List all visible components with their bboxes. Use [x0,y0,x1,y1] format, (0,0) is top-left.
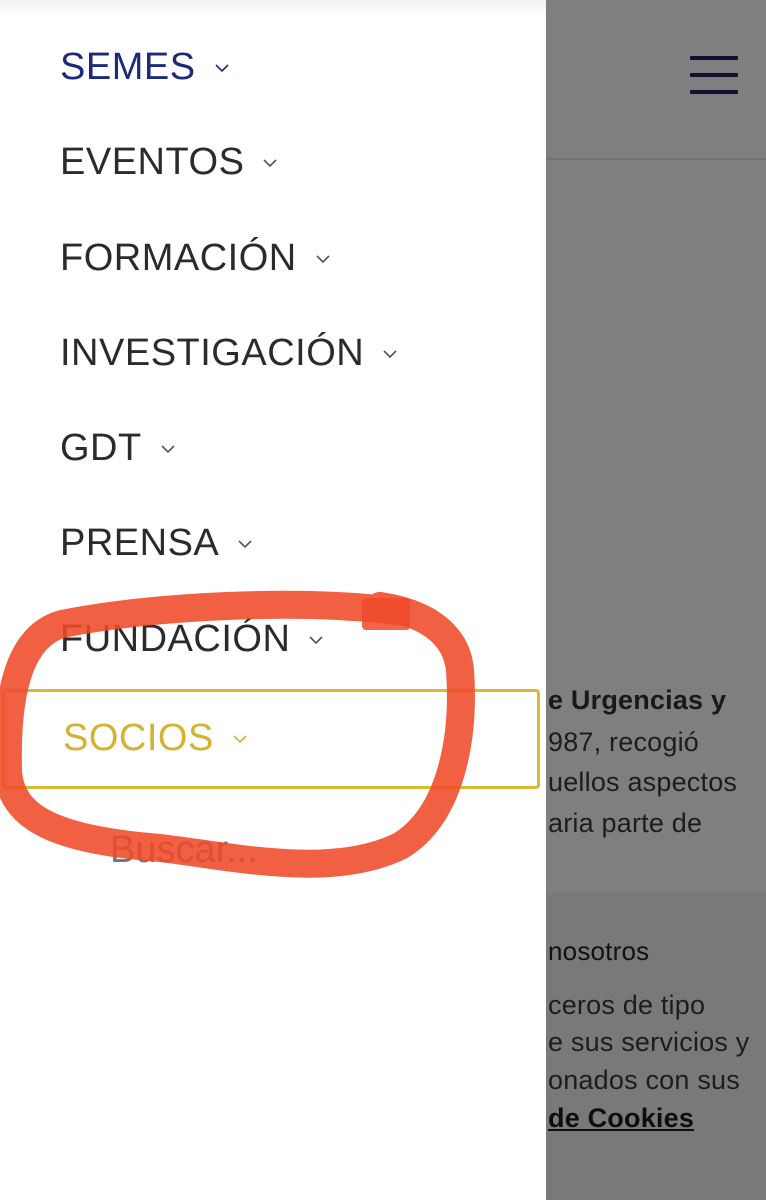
chevron-down-icon[interactable] [232,734,248,744]
navigation-drawer: SEMES EVENTOS FORMACIÓN INVESTIGACIÓN GD… [0,0,601,1200]
menu-item-label: INVESTIGACIÓN [60,332,365,374]
chevron-down-icon[interactable] [382,349,398,359]
menu-item-semes[interactable]: SEMES [60,46,230,89]
menu-item-formacion[interactable]: FORMACIÓN [60,237,331,280]
menu-item-label: SEMES [60,46,196,88]
chevron-down-icon[interactable] [214,63,230,73]
menu-item-investigacion[interactable]: INVESTIGACIÓN [60,332,398,375]
menu-item-prensa[interactable]: PRENSA [60,522,253,565]
chevron-down-icon[interactable] [160,444,176,454]
menu-item-eventos[interactable]: EVENTOS [60,141,278,184]
search-input[interactable] [108,828,601,873]
menu-item-label: SOCIOS [63,717,214,759]
chevron-down-icon[interactable] [308,635,324,645]
menu-item-label: GDT [60,427,142,469]
chevron-down-icon[interactable] [237,539,253,549]
menu-item-label: PRENSA [60,522,220,564]
menu-item-label: EVENTOS [60,141,245,183]
menu-item-label: FORMACIÓN [60,237,297,279]
chevron-down-icon[interactable] [315,254,331,264]
menu-item-socios[interactable]: SOCIOS [63,717,248,760]
chevron-down-icon[interactable] [262,158,278,168]
menu-item-label: FUNDACIÓN [60,618,291,660]
menu-item-fundacion[interactable]: FUNDACIÓN [60,618,324,661]
menu-item-gdt[interactable]: GDT [60,427,176,470]
